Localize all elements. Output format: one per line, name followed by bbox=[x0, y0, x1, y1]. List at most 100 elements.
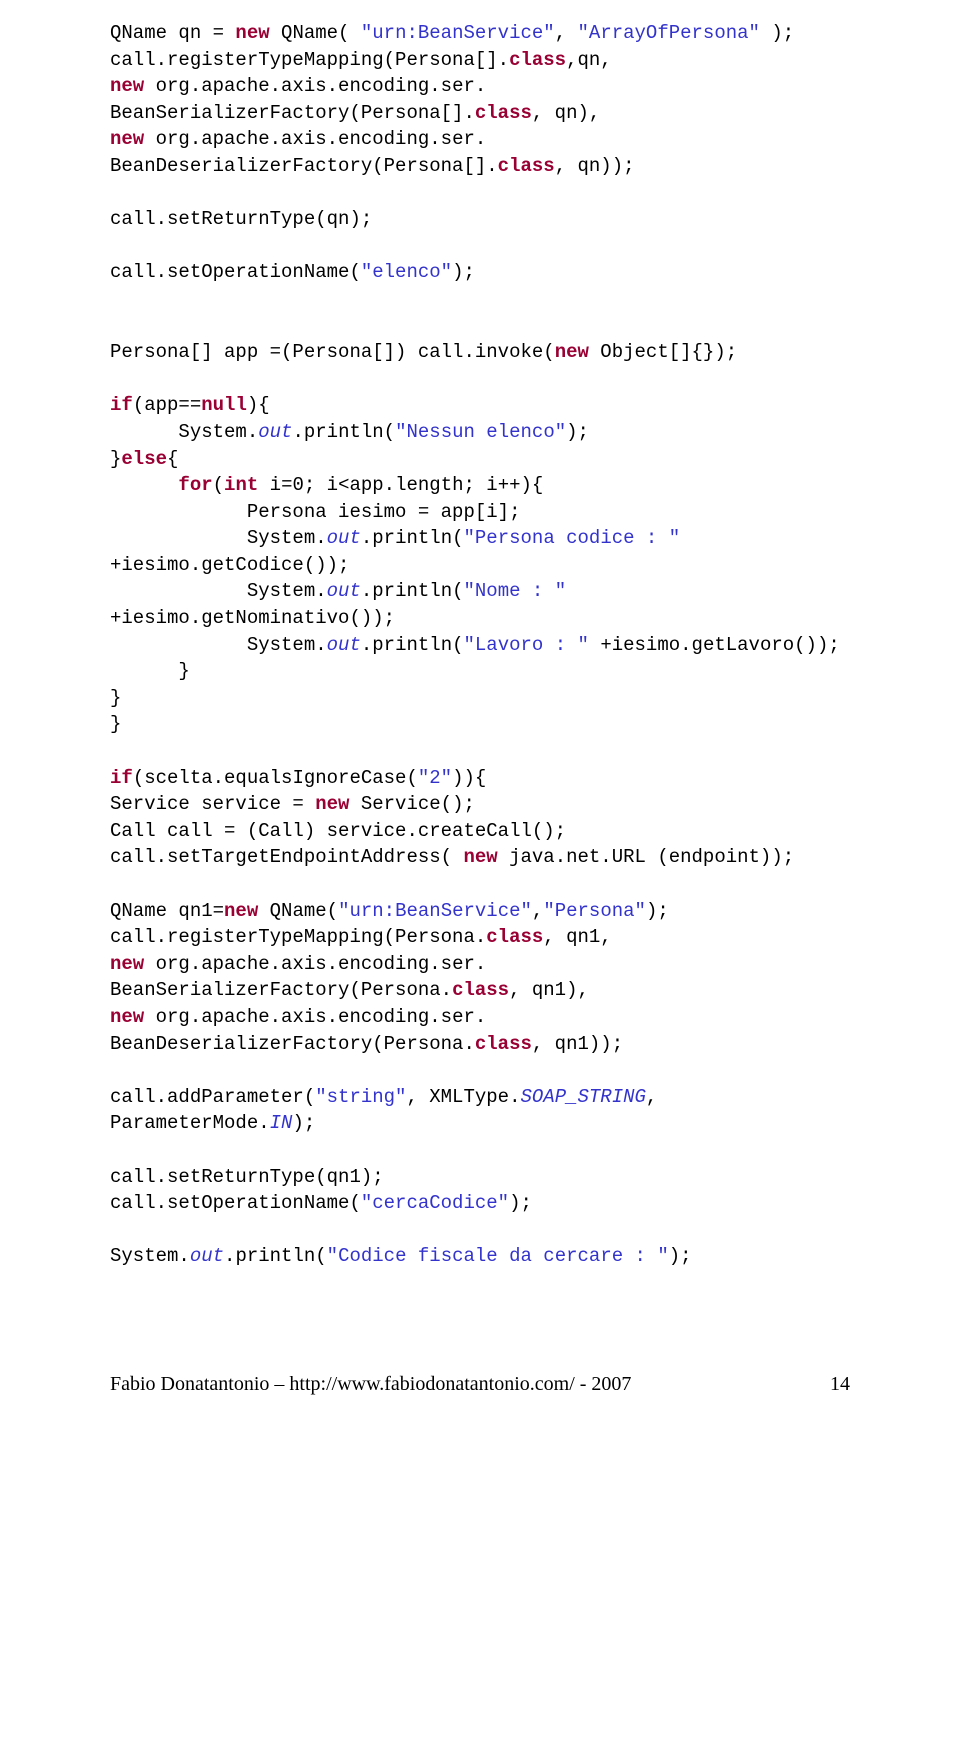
code-token-plain: , qn1, bbox=[543, 926, 611, 948]
code-line: call.setReturnType(qn); bbox=[110, 206, 850, 233]
code-token-kw: int bbox=[224, 474, 258, 496]
blank-line bbox=[110, 1137, 850, 1164]
page-footer: Fabio Donatantonio – http://www.fabiodon… bbox=[0, 1370, 960, 1428]
code-token-plain: Call call = (Call) service.createCall(); bbox=[110, 820, 566, 842]
blank-line bbox=[110, 1217, 850, 1244]
code-line: if(scelta.equalsIgnoreCase("2")){ bbox=[110, 765, 850, 792]
code-token-kw: if bbox=[110, 394, 133, 416]
code-token-plain: ); bbox=[669, 1245, 692, 1267]
code-line: call.registerTypeMapping(Persona.class, … bbox=[110, 924, 850, 951]
code-token-ital: IN bbox=[270, 1112, 293, 1134]
code-token-ital: SOAP_STRING bbox=[520, 1086, 645, 1108]
code-token-kw: class bbox=[475, 1033, 532, 1055]
code-token-kw: new bbox=[224, 900, 258, 922]
blank-line bbox=[110, 871, 850, 898]
code-token-plain: ){ bbox=[247, 394, 270, 416]
code-token-kw: class bbox=[452, 979, 509, 1001]
code-token-plain: .println( bbox=[224, 1245, 327, 1267]
code-token-kw: if bbox=[110, 767, 133, 789]
code-token-ital: out bbox=[327, 580, 361, 602]
blank-line bbox=[110, 738, 850, 765]
code-token-plain: org.apache.axis.encoding.ser. bbox=[144, 128, 486, 150]
code-token-kw: class bbox=[509, 49, 566, 71]
code-line: BeanDeserializerFactory(Persona.class, q… bbox=[110, 1031, 850, 1058]
code-token-plain: System. bbox=[110, 527, 327, 549]
code-token-plain: call.setReturnType(qn1); bbox=[110, 1166, 384, 1188]
code-line: } bbox=[110, 711, 850, 738]
footer-left: Fabio Donatantonio – http://www.fabiodon… bbox=[110, 1370, 631, 1398]
code-line: Service service = new Service(); bbox=[110, 791, 850, 818]
code-token-ital: out bbox=[327, 634, 361, 656]
code-token-str: "Nessun elenco" bbox=[395, 421, 566, 443]
code-token-plain: } bbox=[110, 713, 121, 735]
code-line: if(app==null){ bbox=[110, 392, 850, 419]
code-line: call.setOperationName("cercaCodice"); bbox=[110, 1190, 850, 1217]
code-token-str: "Nome : " bbox=[464, 580, 567, 602]
code-token-str: "urn:BeanService" bbox=[338, 900, 532, 922]
code-token-plain: System. bbox=[110, 421, 258, 443]
blank-line bbox=[110, 1057, 850, 1084]
code-token-plain: call.setOperationName( bbox=[110, 261, 361, 283]
code-token-plain: QName( bbox=[258, 900, 338, 922]
code-token-plain: call.registerTypeMapping(Persona. bbox=[110, 926, 486, 948]
code-line: new org.apache.axis.encoding.ser. bbox=[110, 126, 850, 153]
code-token-str: "Lavoro : " bbox=[464, 634, 589, 656]
code-line: BeanSerializerFactory(Persona.class, qn1… bbox=[110, 977, 850, 1004]
code-token-plain: System. bbox=[110, 634, 327, 656]
code-token-str: "cercaCodice" bbox=[361, 1192, 509, 1214]
code-token-str: "elenco" bbox=[361, 261, 452, 283]
code-token-plain: i=0; i<app.length; i++){ bbox=[258, 474, 543, 496]
code-token-str: "Persona codice : " bbox=[464, 527, 681, 549]
code-token-kw: else bbox=[121, 448, 167, 470]
code-token-plain: ( bbox=[213, 474, 224, 496]
code-token-plain: , qn1)); bbox=[532, 1033, 623, 1055]
blank-line bbox=[110, 286, 850, 313]
code-token-str: "Codice fiscale da cercare : " bbox=[327, 1245, 669, 1267]
code-token-str: "ArrayOfPersona" bbox=[578, 22, 760, 44]
code-token-plain: ); bbox=[509, 1192, 532, 1214]
code-token-plain: call.setTargetEndpointAddress( bbox=[110, 846, 463, 868]
code-token-plain: , bbox=[555, 22, 578, 44]
code-token-kw: new bbox=[110, 128, 144, 150]
code-token-ital: out bbox=[327, 527, 361, 549]
code-token-plain: +iesimo.getLavoro()); bbox=[589, 634, 840, 656]
code-line: Persona[] app =(Persona[]) call.invoke(n… bbox=[110, 339, 850, 366]
code-token-plain: BeanDeserializerFactory(Persona. bbox=[110, 1033, 475, 1055]
code-token-plain: call.addParameter( bbox=[110, 1086, 315, 1108]
code-token-plain: call.registerTypeMapping(Persona[]. bbox=[110, 49, 509, 71]
blank-line bbox=[110, 180, 850, 207]
code-token-plain: (app== bbox=[133, 394, 201, 416]
code-token-kw: class bbox=[486, 926, 543, 948]
code-token-plain: (scelta.equalsIgnoreCase( bbox=[133, 767, 418, 789]
code-line: QName qn = new QName( "urn:BeanService",… bbox=[110, 20, 850, 47]
code-token-str: "urn:BeanService" bbox=[361, 22, 555, 44]
code-token-kw: new bbox=[315, 793, 349, 815]
code-token-kw: new bbox=[463, 846, 497, 868]
page-number: 14 bbox=[830, 1370, 850, 1398]
code-token-plain: } bbox=[110, 448, 121, 470]
code-line: QName qn1=new QName("urn:BeanService","P… bbox=[110, 898, 850, 925]
code-token-kw: new bbox=[110, 953, 144, 975]
code-line: call.setOperationName("elenco"); bbox=[110, 259, 850, 286]
code-token-plain: BeanSerializerFactory(Persona. bbox=[110, 979, 452, 1001]
code-token-plain: ); bbox=[646, 900, 669, 922]
code-token-plain: } bbox=[110, 660, 190, 682]
code-line: call.registerTypeMapping(Persona[].class… bbox=[110, 47, 850, 74]
code-token-plain: Object[]{}); bbox=[589, 341, 737, 363]
code-line: call.addParameter("string", XMLType.SOAP… bbox=[110, 1084, 850, 1137]
code-line: for(int i=0; i<app.length; i++){ bbox=[110, 472, 850, 499]
code-token-plain: , qn)); bbox=[555, 155, 635, 177]
code-token-kw: new bbox=[235, 22, 269, 44]
code-token-plain: { bbox=[167, 448, 178, 470]
code-token-plain: QName( bbox=[270, 22, 361, 44]
code-token-plain: ); bbox=[452, 261, 475, 283]
code-token-plain: Persona iesimo = app[i]; bbox=[110, 501, 520, 523]
code-token-plain: Service(); bbox=[349, 793, 474, 815]
code-token-plain: call.setOperationName( bbox=[110, 1192, 361, 1214]
blank-line bbox=[110, 366, 850, 393]
code-token-plain bbox=[110, 474, 178, 496]
code-token-plain: System. bbox=[110, 580, 327, 602]
code-token-plain: QName qn1= bbox=[110, 900, 224, 922]
code-token-plain: ); bbox=[292, 1112, 315, 1134]
code-line: call.setTargetEndpointAddress( new java.… bbox=[110, 844, 850, 871]
